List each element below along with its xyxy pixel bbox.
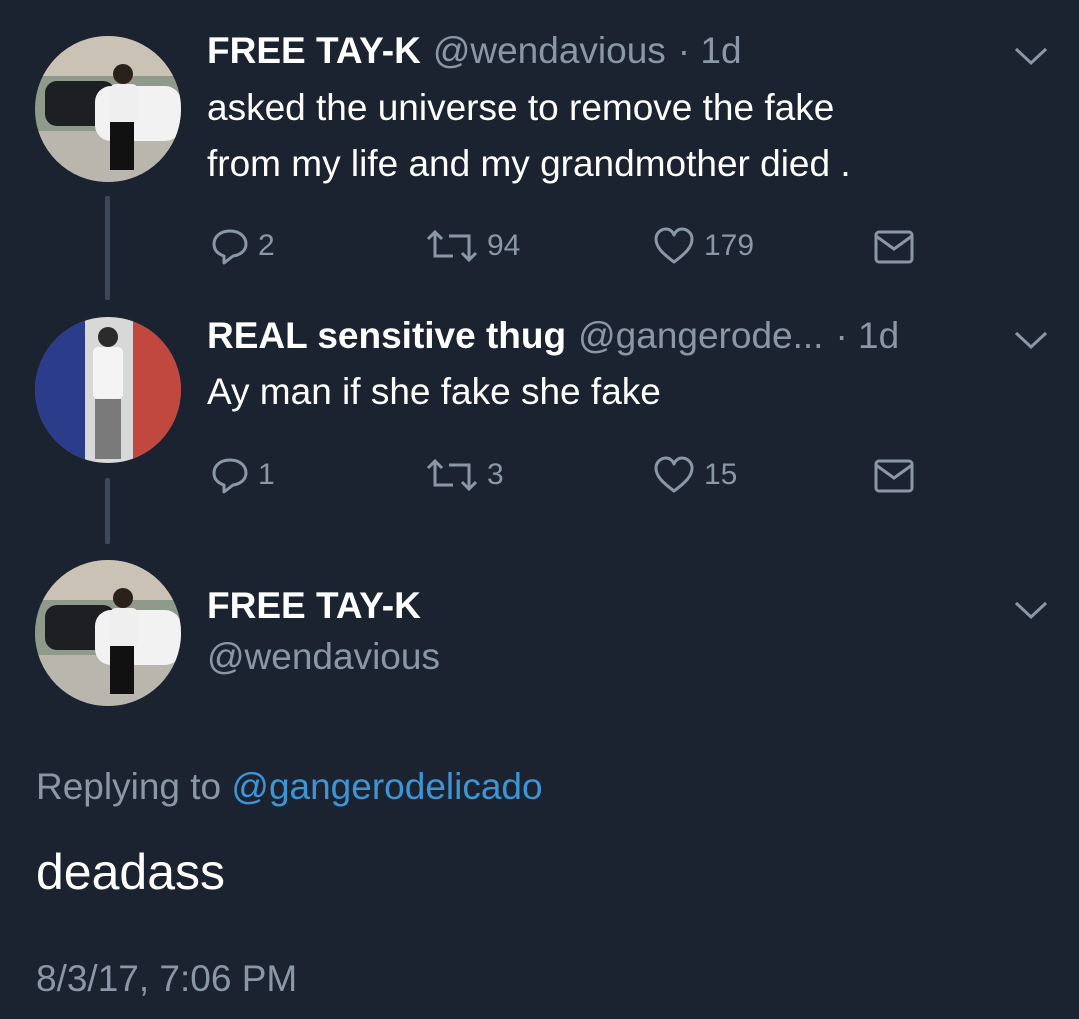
- reply-count: 1: [258, 458, 275, 491]
- replying-to: Replying to @gangerodelicado: [36, 766, 543, 808]
- chevron-down-icon[interactable]: [1012, 44, 1050, 68]
- thread-connector: [105, 478, 110, 544]
- username[interactable]: @gangerode...: [578, 315, 823, 357]
- chevron-down-icon[interactable]: [1012, 598, 1050, 622]
- main-tweet-text: deadass: [36, 844, 226, 900]
- retweet-button[interactable]: 3: [425, 455, 504, 495]
- retweet-count: 3: [487, 458, 504, 491]
- thread-connector: [105, 196, 110, 300]
- retweet-button[interactable]: 94: [425, 226, 520, 266]
- tweet-header: REAL sensitive thug @gangerode... · 1d: [207, 315, 899, 357]
- avatar-photo: [35, 560, 181, 706]
- replying-to-handle[interactable]: @gangerodelicado: [231, 766, 542, 807]
- retweet-count: 94: [487, 229, 521, 262]
- like-count: 179: [704, 229, 755, 262]
- tweet-text-line-1: Ay man if she fake she fake: [207, 371, 661, 412]
- reply-button[interactable]: 2: [210, 226, 275, 266]
- username[interactable]: @wendavious: [207, 636, 440, 678]
- avatar[interactable]: [35, 36, 181, 182]
- like-count: 15: [704, 458, 738, 491]
- avatar-photo: [35, 36, 181, 182]
- timestamp: · 1d: [835, 315, 900, 356]
- display-name[interactable]: REAL sensitive thug: [207, 315, 566, 357]
- tweet-header: FREE TAY-K @wendavious · 1d: [207, 30, 742, 72]
- reply-bubble-icon: [212, 229, 248, 265]
- avatar[interactable]: [35, 560, 181, 706]
- reply-button[interactable]: 1: [210, 455, 275, 495]
- envelope-icon[interactable]: [873, 457, 915, 495]
- replying-to-label: Replying to: [36, 766, 222, 807]
- display-name[interactable]: FREE TAY-K: [207, 30, 421, 72]
- envelope-icon[interactable]: [873, 228, 915, 266]
- chevron-down-icon[interactable]: [1012, 328, 1050, 352]
- tweet-text-line-2: from my life and my grandmother died .: [207, 143, 851, 184]
- avatar-photo: [35, 317, 181, 463]
- username[interactable]: @wendavious: [433, 30, 666, 72]
- retweet-icon: [426, 229, 478, 263]
- heart-icon: [654, 456, 694, 493]
- display-name[interactable]: FREE TAY-K: [207, 585, 421, 627]
- heart-icon: [654, 227, 694, 264]
- like-button[interactable]: 15: [652, 455, 737, 495]
- avatar[interactable]: [35, 317, 181, 463]
- tweet-timestamp: 8/3/17, 7:06 PM: [36, 958, 298, 999]
- like-button[interactable]: 179: [652, 226, 754, 266]
- tweet-text-line-1: asked the universe to remove the fake: [207, 87, 835, 128]
- reply-count: 2: [258, 229, 275, 262]
- timestamp: · 1d: [677, 30, 742, 71]
- reply-bubble-icon: [212, 458, 248, 494]
- retweet-icon: [426, 458, 478, 492]
